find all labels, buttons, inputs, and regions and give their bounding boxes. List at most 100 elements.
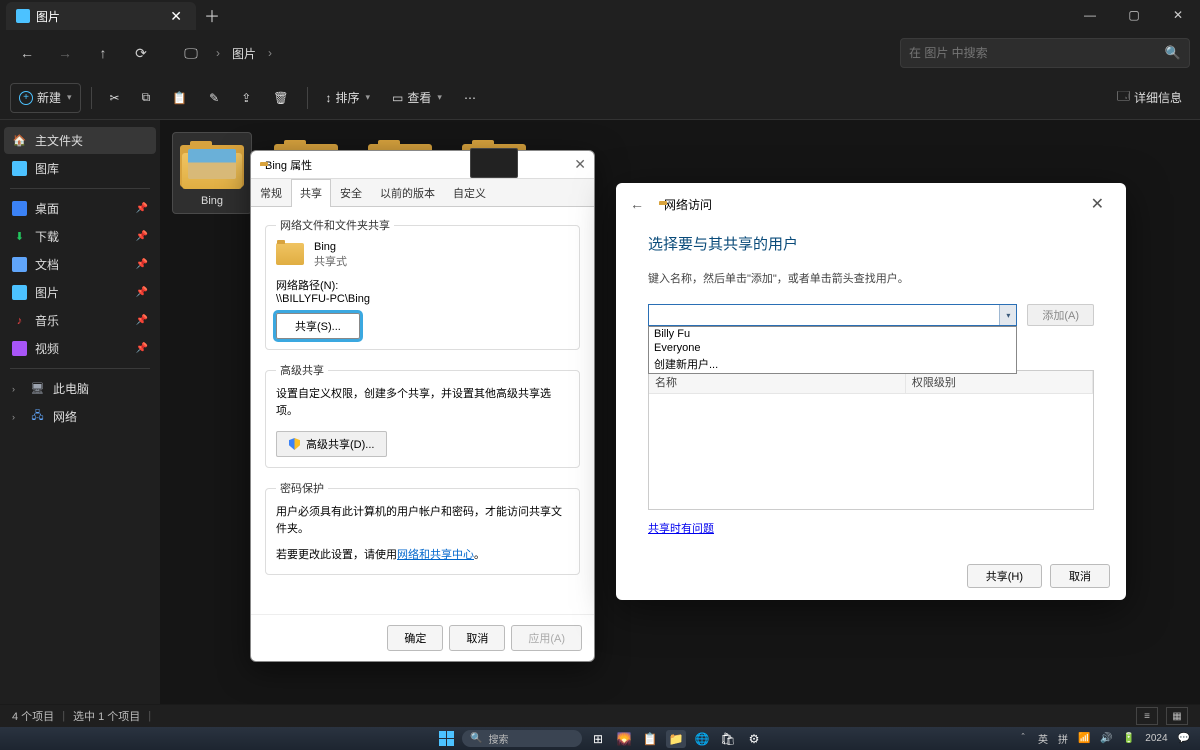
sort-button[interactable]: ↕ 排序 ▾ xyxy=(318,83,379,113)
chevron-right-icon[interactable]: › xyxy=(12,384,22,394)
apply-button[interactable]: 应用(A) xyxy=(511,625,582,651)
dialog-header[interactable]: ← 网络访问 ✕ xyxy=(616,183,1126,225)
pin-icon[interactable]: 📌 xyxy=(136,203,148,214)
refresh-button[interactable]: ⟳ xyxy=(124,36,158,70)
search-icon[interactable]: 🔍 xyxy=(1165,45,1181,61)
tray-chevron-icon[interactable]: ＾ xyxy=(1018,731,1028,746)
battery-icon[interactable]: 🔋 xyxy=(1123,733,1135,744)
tab-share[interactable]: 共享 xyxy=(291,179,331,207)
dropdown-toggle[interactable]: ▾ xyxy=(999,305,1016,325)
volume-icon[interactable]: 🔊 xyxy=(1100,733,1112,744)
cancel-button[interactable]: 取消 xyxy=(1050,564,1110,588)
dropdown-option[interactable]: Everyone xyxy=(649,341,1016,355)
maximize-button[interactable]: ▢ xyxy=(1112,0,1156,30)
sidebar-item-thispc[interactable]: › 🖥 此电脑 xyxy=(4,375,156,402)
sidebar-item-home[interactable]: 🏠 主文件夹 xyxy=(4,127,156,154)
sidebar-item-desktop[interactable]: 桌面 📌 xyxy=(4,195,156,222)
sidebar-item-pictures[interactable]: 图片 📌 xyxy=(4,279,156,306)
store-button[interactable]: 🛍 xyxy=(718,730,738,748)
search-label: 搜索 xyxy=(488,731,508,746)
rename-button[interactable]: ✎ xyxy=(201,83,227,113)
cancel-button[interactable]: 取消 xyxy=(449,625,505,651)
back-button[interactable]: ← xyxy=(10,36,44,70)
grid-view-button[interactable]: ▦ xyxy=(1166,707,1188,725)
statusbar: 4 个项目 | 选中 1 个项目 | ≡ ▦ xyxy=(0,705,1200,727)
window-tab-pictures[interactable]: 图片 ✕ xyxy=(6,2,196,30)
edge-button[interactable]: 🌐 xyxy=(692,730,712,748)
sidebar-item-videos[interactable]: 视频 📌 xyxy=(4,335,156,362)
paste-button[interactable]: 📋 xyxy=(164,83,195,113)
sidebar-item-network[interactable]: › 🖧 网络 xyxy=(4,403,156,430)
delete-button[interactable]: 🗑 xyxy=(265,83,296,113)
advanced-share-label: 高级共享(D)... xyxy=(306,436,374,452)
ime-mode[interactable]: 拼 xyxy=(1058,731,1068,746)
ime-indicator[interactable]: 英 xyxy=(1038,731,1048,746)
share-button[interactable]: 共享(S)... xyxy=(276,313,360,339)
share-confirm-button[interactable]: 共享(H) xyxy=(967,564,1042,588)
taskbar-app[interactable]: 🌄 xyxy=(614,730,634,748)
pin-icon[interactable]: 📌 xyxy=(136,315,148,326)
breadcrumb-pictures[interactable]: 图片 xyxy=(228,45,260,62)
sidebar-item-music[interactable]: ♪ 音乐 📌 xyxy=(4,307,156,334)
task-view-button[interactable]: ⊞ xyxy=(588,730,608,748)
start-button[interactable] xyxy=(436,730,456,748)
taskbar: 🔍搜索 ⊞ 🌄 📋 📁 🌐 🛍 ⚙ ＾ 英 拼 📶 🔊 🔋 2024 💬 xyxy=(0,727,1200,750)
search-input[interactable] xyxy=(909,46,1165,60)
taskbar-app[interactable]: 📋 xyxy=(640,730,660,748)
taskbar-search[interactable]: 🔍搜索 xyxy=(462,730,582,747)
user-input[interactable] xyxy=(648,304,1017,326)
clock-year[interactable]: 2024 xyxy=(1145,733,1167,744)
col-permission[interactable]: 权限级别 xyxy=(906,371,1093,393)
dialog-titlebar[interactable]: Bing 属性 ✕ xyxy=(251,151,594,179)
sidebar-item-gallery[interactable]: 图库 xyxy=(4,155,156,182)
sidebar-item-downloads[interactable]: ⬇ 下载 📌 xyxy=(4,223,156,250)
pin-icon[interactable]: 📌 xyxy=(136,231,148,242)
settings-button[interactable]: ⚙ xyxy=(744,730,764,748)
share-button[interactable]: ⇪ xyxy=(233,83,259,113)
view-button[interactable]: ▭ 查看 ▾ xyxy=(384,83,450,113)
search-box[interactable]: 🔍 xyxy=(900,38,1190,68)
minimize-button[interactable]: — xyxy=(1068,0,1112,30)
forward-button[interactable]: → xyxy=(48,36,82,70)
cut-button[interactable]: ✂ xyxy=(102,83,128,113)
network-center-link[interactable]: 网络和共享中心 xyxy=(397,549,474,561)
user-combobox[interactable]: ▾ Billy Fu Everyone 创建新用户... xyxy=(648,304,1017,326)
more-button[interactable]: ⋯ xyxy=(456,83,484,113)
folder-bing[interactable]: Bing xyxy=(172,132,252,214)
add-button[interactable]: 添加(A) xyxy=(1027,304,1094,326)
dialog-title: Bing 属性 xyxy=(265,157,312,173)
close-icon[interactable]: ✕ xyxy=(574,156,586,173)
tab-customize[interactable]: 自定义 xyxy=(444,179,495,206)
shared-users-list[interactable]: 名称 权限级别 xyxy=(648,370,1094,510)
close-window-button[interactable]: ✕ xyxy=(1156,0,1200,30)
tab-general[interactable]: 常规 xyxy=(251,179,291,206)
ok-button[interactable]: 确定 xyxy=(387,625,443,651)
col-name[interactable]: 名称 xyxy=(649,371,906,393)
notifications-icon[interactable]: 💬 xyxy=(1178,733,1190,744)
file-explorer-button[interactable]: 📁 xyxy=(666,730,686,748)
tab-previous-versions[interactable]: 以前的版本 xyxy=(371,179,444,206)
advanced-share-button[interactable]: 高级共享(D)... xyxy=(276,431,387,457)
back-icon[interactable]: ← xyxy=(630,196,644,212)
wifi-icon[interactable]: 📶 xyxy=(1078,733,1090,744)
up-button[interactable]: ↑ xyxy=(86,36,120,70)
copy-button[interactable]: ⧉ xyxy=(134,83,159,113)
navbar: ← → ↑ ⟳ 🖵 › 图片 › 🔍 xyxy=(0,30,1200,76)
list-view-button[interactable]: ≡ xyxy=(1136,707,1158,725)
breadcrumb-root-icon[interactable]: 🖵 xyxy=(174,36,208,70)
pin-icon[interactable]: 📌 xyxy=(136,343,148,354)
dropdown-option[interactable]: 创建新用户... xyxy=(649,355,1016,373)
new-button[interactable]: + 新建 ▾ xyxy=(10,83,81,113)
new-tab-button[interactable]: ＋ xyxy=(196,0,228,30)
tab-security[interactable]: 安全 xyxy=(331,179,371,206)
sharing-issues-link[interactable]: 共享时有问题 xyxy=(648,520,1094,536)
group-title: 密码保护 xyxy=(276,480,328,496)
close-tab-icon[interactable]: ✕ xyxy=(166,8,186,25)
pin-icon[interactable]: 📌 xyxy=(136,287,148,298)
sidebar-item-documents[interactable]: 文档 📌 xyxy=(4,251,156,278)
close-icon[interactable]: ✕ xyxy=(1083,190,1112,218)
details-pane-button[interactable]: 🗔 详细信息 xyxy=(1109,83,1190,113)
chevron-right-icon[interactable]: › xyxy=(12,412,22,422)
pin-icon[interactable]: 📌 xyxy=(136,259,148,270)
dropdown-option[interactable]: Billy Fu xyxy=(649,327,1016,341)
